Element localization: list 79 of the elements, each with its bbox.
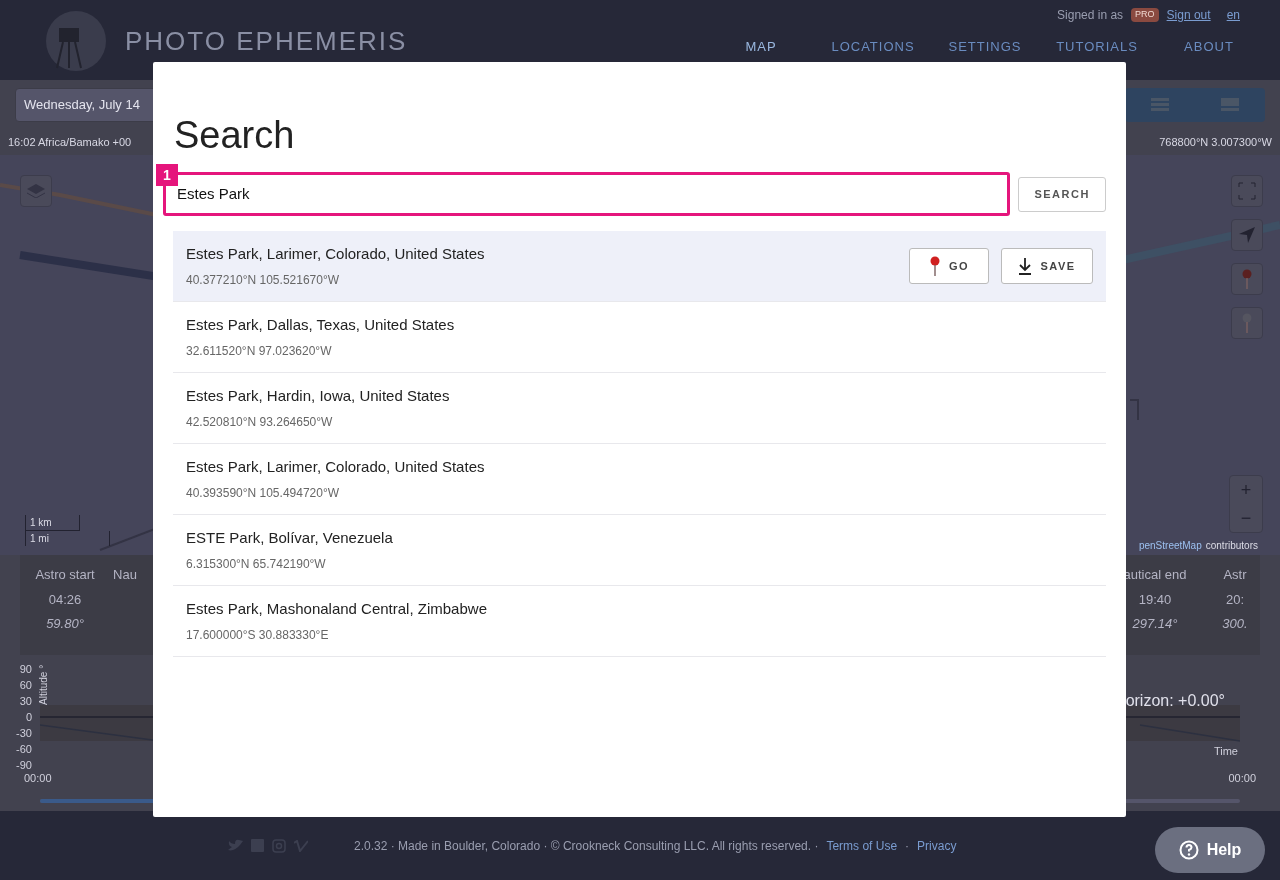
pin-icon	[1241, 313, 1253, 333]
nav-link[interactable]: MAP	[705, 38, 817, 56]
language-link[interactable]: en	[1226, 6, 1240, 24]
pin-icon	[928, 256, 941, 276]
layers-icon	[27, 184, 45, 198]
scale-label: 1 km	[25, 515, 80, 531]
footer-text: 2.0.32 · Made in Boulder, Colorado · © Crookneck Consulting LLC. All rights reserved. ·	[354, 837, 819, 855]
result-row[interactable]: Estes Park, Larimer, Colorado, United States 40.377210°N 105.521670°W GO SAVE	[173, 231, 1106, 302]
nav-link[interactable]: SETTINGS	[929, 38, 1041, 56]
pin-icon	[1241, 269, 1253, 289]
event-time: 04:26	[48, 590, 82, 609]
annotation-badge: 1	[156, 164, 178, 186]
result-name: Estes Park, Mashonaland Central, Zimbabwe	[186, 598, 487, 619]
result-coordinates: 32.611520°N 97.023620°W	[186, 343, 333, 361]
result-name: Estes Park, Larimer, Colorado, United States	[186, 456, 485, 477]
nav-link[interactable]: TUTORIALS	[1041, 38, 1153, 56]
privacy-link[interactable]: Privacy	[917, 836, 957, 855]
result-coordinates: 40.377210°N 105.521670°W	[186, 272, 341, 290]
vimeo-icon	[294, 839, 308, 852]
timezone-text: 16:02 Africa/Bamako +00	[8, 135, 132, 151]
horizon-label: orizon: +0.00°	[1125, 691, 1225, 711]
signed-in-label: Signed in as	[1057, 7, 1124, 24]
attribution-link[interactable]: penStreetMap	[1138, 538, 1202, 553]
event-label: Nau	[113, 566, 137, 584]
scale-label: 1 mi	[25, 531, 110, 546]
footer-separator: ·	[905, 837, 910, 855]
list-icon	[1151, 98, 1169, 112]
panel-icon	[1221, 98, 1239, 112]
y-tick-label: 30	[19, 694, 32, 709]
y-tick-label: -60	[16, 742, 32, 757]
event-label: Astro start	[35, 566, 95, 584]
go-button[interactable]: GO	[909, 248, 989, 284]
x-tick-label: 00:00	[1228, 771, 1256, 786]
event-time: 20:	[1225, 590, 1245, 609]
result-coordinates: 17.600000°S 30.883330°E	[186, 627, 330, 645]
secondary-pin-button[interactable]	[1231, 307, 1263, 339]
event-label: Astr	[1223, 566, 1247, 584]
camera-logo-icon	[45, 10, 107, 72]
x-axis-label: Time	[1213, 744, 1238, 759]
expand-icon	[1238, 182, 1256, 200]
result-name: Estes Park, Dallas, Texas, United States	[186, 314, 455, 335]
terms-link[interactable]: Terms of Use	[826, 836, 898, 855]
y-tick-label: 0	[25, 710, 32, 725]
layers-button[interactable]	[20, 175, 52, 207]
event-azimuth: 297.14°	[1132, 615, 1178, 633]
sign-out-link[interactable]: Sign out	[1166, 6, 1211, 24]
result-coordinates: 6.315300°N 65.742190°W	[186, 556, 327, 574]
download-icon	[1018, 257, 1033, 275]
search-button[interactable]: SEARCH	[1018, 176, 1106, 212]
result-coordinates: 40.393590°N 105.494720°W	[186, 485, 341, 503]
result-name: Estes Park, Hardin, Iowa, United States	[186, 385, 450, 406]
nav-link[interactable]: LOCATIONS	[817, 38, 929, 56]
question-icon	[1178, 840, 1199, 860]
event-time: 19:40	[1138, 590, 1172, 609]
twitter-icon	[228, 839, 243, 852]
y-tick-label: 60	[19, 678, 32, 693]
instagram-icon	[272, 838, 286, 853]
save-button[interactable]: SAVE	[1001, 248, 1093, 284]
result-coordinates: 42.520810°N 93.264650°W	[186, 414, 334, 432]
locate-button[interactable]	[1231, 219, 1263, 251]
brand-name: PHOTO EPHEMERIS	[125, 26, 408, 56]
y-tick-label: -90	[16, 758, 32, 773]
pin-button[interactable]	[1231, 263, 1263, 295]
coordinates-text: 768800°N 3.007300°W	[1159, 135, 1272, 151]
nav-link[interactable]: ABOUT	[1153, 38, 1265, 56]
y-tick-label: 90	[19, 662, 32, 677]
help-button[interactable]: Help	[1155, 827, 1265, 873]
y-tick-label: -30	[16, 726, 32, 741]
event-azimuth: 300.	[1222, 615, 1248, 633]
result-name: Estes Park, Larimer, Colorado, United States	[186, 243, 485, 264]
navigation-arrow-icon	[1238, 226, 1256, 244]
y-axis-label: Altitude °	[37, 664, 50, 705]
result-name: ESTE Park, Bolívar, Venezuela	[186, 527, 393, 548]
pro-badge: PRO	[1131, 8, 1159, 22]
x-tick-label: 00:00	[24, 771, 52, 786]
event-azimuth: 59.80°	[46, 615, 84, 633]
attribution-text: contributors	[1205, 539, 1258, 553]
facebook-icon	[251, 839, 264, 852]
fullscreen-button[interactable]	[1231, 175, 1263, 207]
